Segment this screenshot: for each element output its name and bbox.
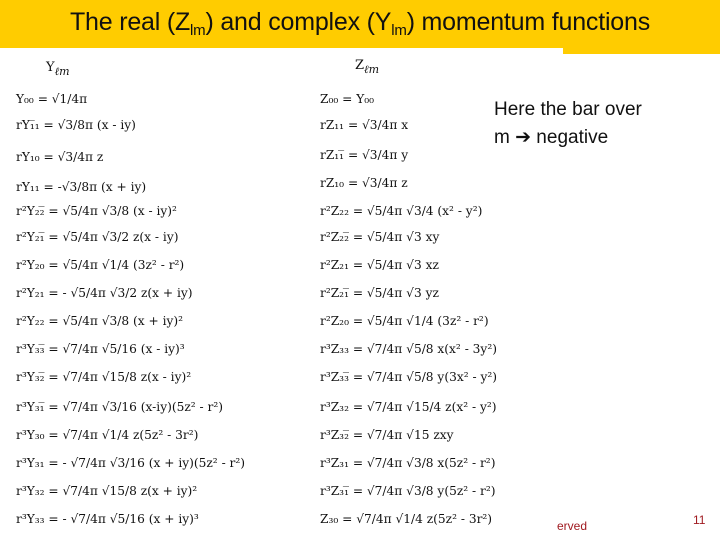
- title-text-3: ) momentum functions: [406, 8, 651, 36]
- equation: rZ₁₁ = √3/4π x: [320, 118, 409, 132]
- equation: r³Y₃₃ = - √7/4π √5/16 (x + iy)³: [16, 512, 199, 526]
- equation: r²Y₂₀ = √5/4π √1/4 (3z² - r²): [16, 258, 185, 272]
- right-header-symbol: Z: [355, 58, 365, 73]
- equation: Y₀₀ = √1/4π: [16, 92, 88, 106]
- title-text-1: The real (Z: [69, 8, 191, 36]
- title-subscript-y: lm: [391, 22, 407, 39]
- equation: r²Y₂₂ = √5/4π √3/8 (x + iy)²: [16, 314, 184, 328]
- equation: r²Y₂₂̅ = √5/4π √3/8 (x - iy)²: [16, 204, 177, 218]
- title-subscript-z: lm: [190, 22, 206, 39]
- equation: r³Y₃₁̅ = √7/4π √3/16 (x-iy)(5z² - r²): [16, 400, 223, 414]
- equation: rY₁₀ = √3/4π z: [16, 150, 104, 164]
- note-text: Here the bar over m ➔ negative: [494, 96, 642, 152]
- footer-text: erved: [557, 519, 588, 533]
- equation: r²Y₂₁̅ = √5/4π √3/2 z(x - iy): [16, 230, 179, 244]
- equation: r³Y₃₁ = - √7/4π √3/16 (x + iy)(5z² - r²): [16, 456, 246, 470]
- equation: r³Z₃₃̅ = √7/4π √5/8 y(3x² - y²): [320, 370, 497, 384]
- left-column-header: Yℓm: [46, 60, 70, 78]
- right-header-subscript: ℓm: [364, 63, 380, 76]
- equation: r³Z₃₃ = √7/4π √5/8 x(x² - 3y²): [320, 342, 497, 356]
- left-header-subscript: ℓm: [54, 65, 70, 78]
- equation: r³Z₃₁̅ = √7/4π √3/8 y(5z² - r²): [320, 484, 496, 498]
- equation: r³Z₃₂ = √7/4π √15/4 z(x² - y²): [320, 400, 497, 414]
- equation: r²Z₂₁̅ = √5/4π √3 yz: [320, 286, 439, 300]
- equation: r²Z₂₁ = √5/4π √3 xz: [320, 258, 439, 272]
- equation: rZ₁₀ = √3/4π z: [320, 176, 408, 190]
- equation: r³Y₃₃̅ = √7/4π √5/16 (x - iy)³: [16, 342, 185, 356]
- equation: r³Y₃₂ = √7/4π √15/8 z(x + iy)²: [16, 484, 198, 498]
- equation: rY₁₁ = -√3/8π (x + iy): [16, 180, 147, 194]
- title-text-2: ) and complex (Y: [205, 8, 392, 36]
- equation: r²Z₂₂ = √5/4π √3/4 (x² - y²): [320, 204, 483, 218]
- equation: r²Y₂₁ = - √5/4π √3/2 z(x + iy): [16, 286, 193, 300]
- equation: Z₃₀ = √7/4π √1/4 z(5z² - 3r²): [320, 512, 493, 526]
- right-column-header: Zℓm: [355, 58, 379, 76]
- slide-title: The real (Zlm) and complex (Ylm) momentu…: [0, 8, 720, 39]
- left-header-symbol: Y: [46, 60, 55, 75]
- equation: rZ₁₁̅ = √3/4π y: [320, 148, 409, 162]
- note-line-2: m ➔ negative: [494, 127, 609, 148]
- note-line-1: Here the bar over: [494, 99, 642, 120]
- page-number: 11: [693, 513, 706, 527]
- equation: r³Z₃₂̅ = √7/4π √15 zxy: [320, 428, 454, 442]
- equation: r²Z₂₂̅ = √5/4π √3 xy: [320, 230, 440, 244]
- equation: r³Y₃₀ = √7/4π √1/4 z(5z² - 3r²): [16, 428, 199, 442]
- equation: r³Z₃₁ = √7/4π √3/8 x(5z² - r²): [320, 456, 496, 470]
- equation: r²Z₂₀ = √5/4π √1/4 (3z² - r²): [320, 314, 489, 328]
- equation: rY₁̅₁ = √3/8π (x - iy): [16, 118, 136, 132]
- title-bar-extension: [563, 48, 720, 54]
- equation: r³Y₃₂̅ = √7/4π √15/8 z(x - iy)²: [16, 370, 192, 384]
- equation: Z₀₀ = Y₀₀: [320, 92, 375, 106]
